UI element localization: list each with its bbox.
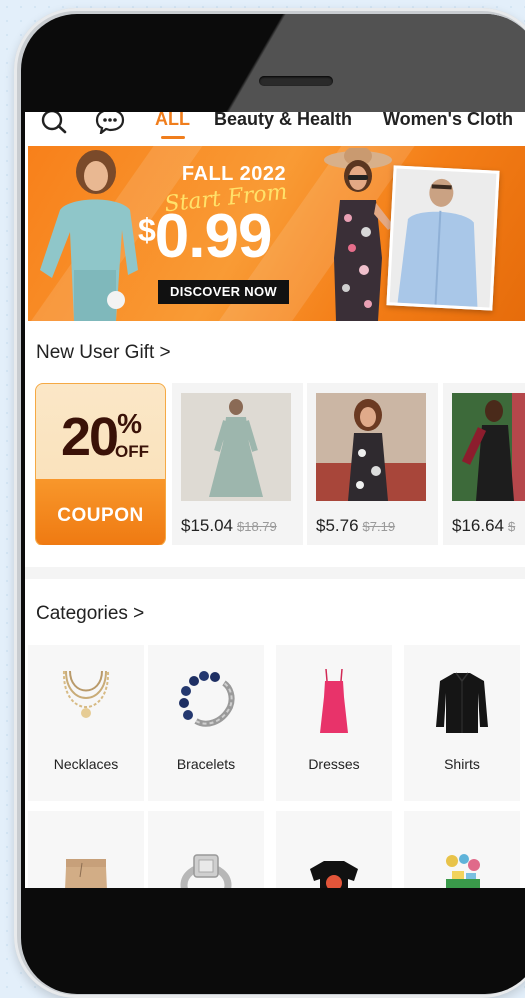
discover-now-button[interactable]: DISCOVER NOW (158, 280, 289, 304)
category-label: Dresses (308, 756, 360, 772)
category-label: Bracelets (176, 756, 236, 772)
product-price: $15.04 $18.79 (181, 516, 277, 536)
ring-icon (180, 854, 232, 888)
banner-price-value: 0.99 (154, 202, 273, 271)
promo-banner[interactable]: FALL 2022 Start From $0.99 DISCOVER NOW (28, 146, 525, 321)
category-tile-toys[interactable] (404, 811, 520, 888)
bracelet-icon (179, 671, 235, 727)
category-tile-necklaces[interactable]: Necklaces (28, 645, 144, 801)
tab-beauty-health[interactable]: Beauty & Health (214, 112, 352, 130)
shirt-icon (436, 672, 488, 733)
coupon-band: COUPON (36, 479, 165, 545)
tshirt-icon (310, 861, 358, 888)
dress-icon (320, 668, 348, 733)
coupon-card[interactable]: 20% OFF COUPON (35, 383, 166, 545)
banner-model-left (40, 150, 138, 321)
banner-photo-card (386, 165, 500, 311)
original-price: $18.79 (237, 519, 277, 534)
category-tile-shirts[interactable]: Shirts (404, 645, 520, 801)
search-icon[interactable] (40, 112, 70, 134)
app-screen: ALL Beauty & Health Women's Cloth FALL 2… (25, 112, 525, 888)
categories-heading[interactable]: Categories > (36, 603, 144, 625)
category-tile-bracelets[interactable]: Bracelets (148, 645, 264, 801)
product-image (452, 393, 525, 501)
new-user-gift-row: 20% OFF COUPON $15.04 $18.79 $5.76 $7.19 $… (35, 383, 525, 545)
new-user-gift-heading[interactable]: New User Gift > (36, 342, 171, 364)
coupon-off: OFF (115, 442, 149, 461)
tab-womens-clothing[interactable]: Women's Cloth (383, 112, 513, 130)
banner-price: $0.99 (138, 206, 272, 268)
top-nav: ALL Beauty & Health Women's Cloth (25, 112, 525, 146)
gift-product-card[interactable]: $15.04 $18.79 (172, 383, 303, 545)
banner-model-right (397, 178, 478, 307)
current-price: $5.76 (316, 516, 359, 535)
chat-icon[interactable] (95, 112, 125, 134)
product-image (181, 393, 291, 501)
product-image (316, 393, 426, 501)
phone-speaker (259, 76, 333, 86)
current-price: $16.64 (452, 516, 504, 535)
category-label: Necklaces (53, 756, 119, 772)
shorts-icon (65, 859, 107, 888)
category-tile-rings[interactable] (148, 811, 264, 888)
original-price: $ (508, 519, 516, 534)
product-price: $16.64 $ (452, 516, 515, 536)
section-divider (25, 567, 525, 579)
gift-product-card[interactable]: $5.76 $7.19 (307, 383, 438, 545)
current-price: $15.04 (181, 516, 233, 535)
original-price: $7.19 (362, 519, 396, 534)
category-tile-shorts[interactable] (28, 811, 144, 888)
tab-all[interactable]: ALL (155, 112, 190, 130)
coupon-percent-sign: % (117, 408, 142, 439)
category-tile-tshirts[interactable] (276, 811, 392, 888)
banner-currency: $ (138, 212, 156, 248)
category-label: Shirts (444, 756, 480, 772)
toy-icon (446, 854, 480, 888)
category-tile-dresses[interactable]: Dresses (276, 645, 392, 801)
product-price: $5.76 $7.19 (316, 516, 395, 536)
coupon-percent-value: 20 (61, 407, 119, 467)
gift-product-card[interactable]: $16.64 $ (443, 383, 525, 545)
active-tab-indicator (161, 136, 185, 139)
coupon-label: COUPON (57, 505, 144, 526)
necklace-icon (62, 670, 110, 718)
